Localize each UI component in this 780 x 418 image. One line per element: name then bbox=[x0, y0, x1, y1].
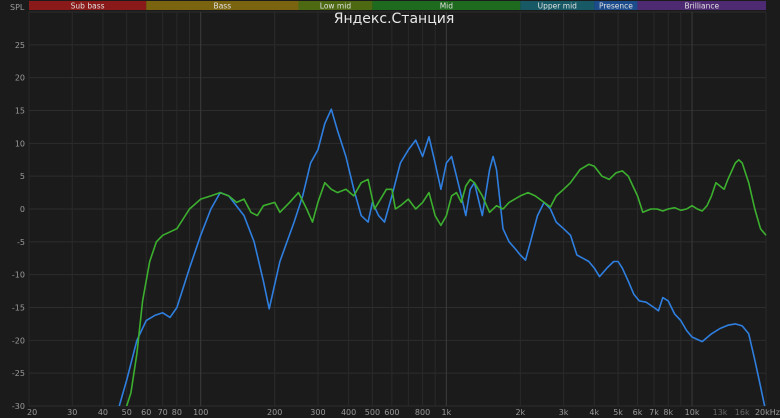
x-tick-label-24: 16k bbox=[735, 408, 750, 417]
x-tick-label-13: 800 bbox=[415, 408, 430, 417]
x-tick-label-17: 4k bbox=[589, 408, 599, 417]
x-tick-label-18: 5k bbox=[613, 408, 623, 417]
y-tick-label-0: 25 bbox=[15, 41, 25, 50]
y-tick-label-5: 0 bbox=[20, 205, 25, 214]
x-tick-label-3: 50 bbox=[122, 408, 132, 417]
x-tick-label-9: 300 bbox=[310, 408, 325, 417]
x-tick-label-20: 7k bbox=[649, 408, 659, 417]
x-tick-label-21: 8k bbox=[663, 408, 673, 417]
x-tick-label-12: 600 bbox=[384, 408, 399, 417]
y-tick-label-1: 20 bbox=[15, 74, 25, 83]
x-tick-label-6: 80 bbox=[172, 408, 182, 417]
x-tick-label-2: 40 bbox=[98, 408, 108, 417]
frequency-response-chart: Sub bass Bass Low mid Mid Upper mid Presence B… bbox=[0, 0, 780, 418]
y-tick-label-8: -15 bbox=[12, 304, 25, 313]
x-tick-label-25: 20kHz bbox=[755, 408, 780, 417]
band-label-1: Bass bbox=[214, 2, 232, 11]
x-tick-label-14: 1k bbox=[442, 408, 452, 417]
y-tick-label-10: -25 bbox=[12, 369, 25, 378]
x-tick-label-15: 2k bbox=[515, 408, 525, 417]
y-tick-label-11: -30 bbox=[12, 402, 25, 411]
y-tick-label-4: 5 bbox=[20, 172, 25, 181]
band-label-5: Presence bbox=[599, 2, 633, 11]
frequency-bands: Sub bass Bass Low mid Mid Upper mid Presence B… bbox=[29, 1, 766, 11]
x-tick-label-1: 30 bbox=[67, 408, 77, 417]
x-tick-label-5: 70 bbox=[158, 408, 168, 417]
band-label-4: Upper mid bbox=[538, 2, 577, 11]
x-tick-label-7: 100 bbox=[193, 408, 208, 417]
x-tick-label-23: 13k bbox=[713, 408, 728, 417]
y-tick-label-3: 10 bbox=[15, 139, 25, 148]
y-tick-label-7: -10 bbox=[12, 271, 25, 280]
x-tick-label-22: 10k bbox=[685, 408, 700, 417]
x-tick-label-11: 500 bbox=[365, 408, 380, 417]
y-tick-label-2: 15 bbox=[15, 107, 25, 116]
x-tick-label-19: 6k bbox=[633, 408, 643, 417]
x-tick-label-16: 3k bbox=[559, 408, 569, 417]
y-tick-label-6: -5 bbox=[17, 238, 25, 247]
band-label-0: Sub bass bbox=[71, 2, 105, 11]
x-tick-label-8: 200 bbox=[267, 408, 282, 417]
band-label-2: Low mid bbox=[320, 2, 352, 11]
x-tick-label-4: 60 bbox=[141, 408, 151, 417]
x-tick-label-0: 20 bbox=[27, 408, 37, 417]
band-label-6: Brilliance bbox=[684, 2, 719, 11]
x-tick-label-10: 400 bbox=[341, 408, 356, 417]
chart-title: Яндекс.Станция bbox=[334, 11, 455, 27]
y-axis-label: SPL bbox=[10, 3, 25, 12]
band-label-3: Mid bbox=[440, 2, 454, 11]
y-tick-label-9: -20 bbox=[12, 336, 25, 345]
